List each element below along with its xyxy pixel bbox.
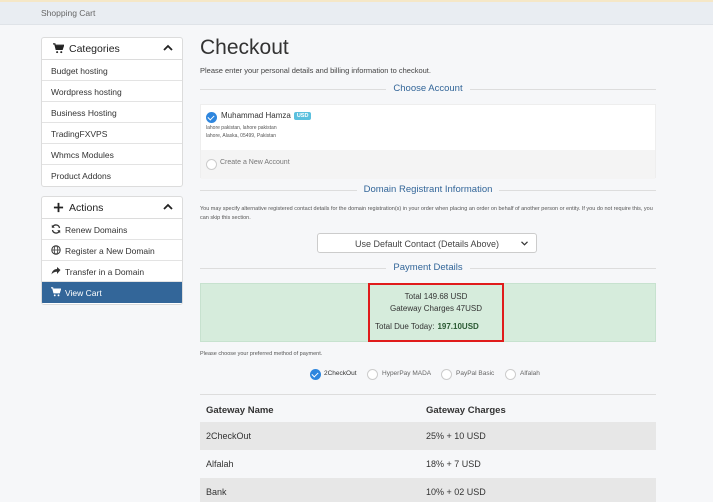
account-address-line2: lahore, Alaska, 05499, Pakistan xyxy=(206,133,277,139)
cart-icon xyxy=(51,287,61,297)
plus-icon xyxy=(53,202,64,213)
actions-title: Actions xyxy=(69,202,104,214)
existing-account-option[interactable]: Muhammad Hamza USD lahore pakistan, lahor… xyxy=(201,105,655,150)
payment-method-label: Please choose your preferred method of p… xyxy=(200,351,323,357)
sidebar-item-view-cart[interactable]: View Cart xyxy=(42,282,182,303)
breadcrumb: Shopping Cart xyxy=(41,8,96,18)
domain-registrant-heading: Domain Registrant Information xyxy=(200,184,656,196)
radio-selected-icon[interactable] xyxy=(206,112,217,123)
sidebar-item-product-addons[interactable]: Product Addons xyxy=(42,165,182,186)
table-row: Bank 10% + 02 USD xyxy=(200,478,656,502)
payment-option-2checkout[interactable]: 2CheckOut xyxy=(324,370,357,377)
payment-details-heading: Payment Details xyxy=(200,262,656,274)
sidebar-item-tradingfxvps[interactable]: TradingFXVPS xyxy=(42,123,182,144)
header-gateway-name: Gateway Name xyxy=(206,405,274,416)
page-subtitle: Please enter your personal details and b… xyxy=(200,66,431,75)
account-name: Muhammad Hamza xyxy=(221,111,291,120)
actions-header[interactable]: Actions xyxy=(42,197,182,219)
contact-select[interactable]: Use Default Contact (Details Above) xyxy=(317,233,537,253)
cart-icon xyxy=(53,43,64,54)
sidebar-item-wordpress-hosting[interactable]: Wordpress hosting xyxy=(42,81,182,102)
header-gateway-charges: Gateway Charges xyxy=(426,405,506,416)
chevron-down-icon xyxy=(521,241,528,246)
share-arrow-icon xyxy=(51,267,61,275)
gateway-charges: Gateway Charges 47USD xyxy=(389,304,483,313)
table-row: 2CheckOut 25% + 10 USD xyxy=(200,422,656,450)
payment-radio-alfalah[interactable] xyxy=(505,369,516,380)
chevron-up-icon[interactable] xyxy=(163,203,173,211)
due-label: Total Due Today: xyxy=(375,322,435,331)
payment-radio-paypal[interactable] xyxy=(441,369,452,380)
sidebar-item-business-hosting[interactable]: Business Hosting xyxy=(42,102,182,123)
choose-account-heading: Choose Account xyxy=(200,83,656,95)
sidebar-item-whmcs-modules[interactable]: Whmcs Modules xyxy=(42,144,182,165)
sidebar-item-transfer-domain[interactable]: Transfer in a Domain xyxy=(42,261,182,282)
table-header: Gateway Name Gateway Charges xyxy=(200,394,656,422)
payment-option-alfalah[interactable]: Alfalah xyxy=(520,370,540,377)
payment-radio-2checkout[interactable] xyxy=(310,369,321,380)
create-account-option[interactable]: Create a New Account xyxy=(201,150,655,179)
sidebar-item-renew-domains[interactable]: Renew Domains xyxy=(42,219,182,240)
sidebar-item-register-domain[interactable]: Register a New Domain xyxy=(42,240,182,261)
categories-panel: Categories Budget hosting Wordpress host… xyxy=(41,37,183,187)
total-due-today: Total Due Today: 197.10USD xyxy=(375,322,479,331)
account-selection: Muhammad Hamza USD lahore pakistan, lahor… xyxy=(200,104,656,179)
actions-panel: Actions Renew Domains Register a New Dom… xyxy=(41,196,183,305)
breadcrumb-bar: Shopping Cart xyxy=(0,2,713,25)
radio-unselected-icon[interactable] xyxy=(206,159,217,170)
account-address-line1: lahore pakistan, lahore pakistan xyxy=(206,125,277,131)
payment-option-hyperpay[interactable]: HyperPay MADA xyxy=(382,370,431,377)
total-amount: Total 149.68 USD xyxy=(404,292,468,301)
contact-select-value: Use Default Contact (Details Above) xyxy=(354,239,500,249)
chevron-up-icon[interactable] xyxy=(163,44,173,52)
due-value: 197.10USD xyxy=(437,322,479,331)
domain-registrant-description: You may specify alternative registered c… xyxy=(200,206,653,221)
payment-option-paypal[interactable]: PayPal Basic xyxy=(456,370,494,377)
globe-icon xyxy=(51,245,61,255)
categories-header[interactable]: Categories xyxy=(42,38,182,60)
table-row: Alfalah 18% + 7 USD xyxy=(206,459,481,469)
sidebar-item-budget-hosting[interactable]: Budget hosting xyxy=(42,60,182,81)
categories-title: Categories xyxy=(69,43,120,55)
currency-badge: USD xyxy=(293,112,312,120)
create-account-label: Create a New Account xyxy=(220,159,290,166)
refresh-icon xyxy=(51,224,61,234)
payment-radio-hyperpay[interactable] xyxy=(367,369,378,380)
gateway-table: Gateway Name Gateway Charges 2CheckOut 2… xyxy=(200,394,656,502)
page-title: Checkout xyxy=(200,36,289,59)
